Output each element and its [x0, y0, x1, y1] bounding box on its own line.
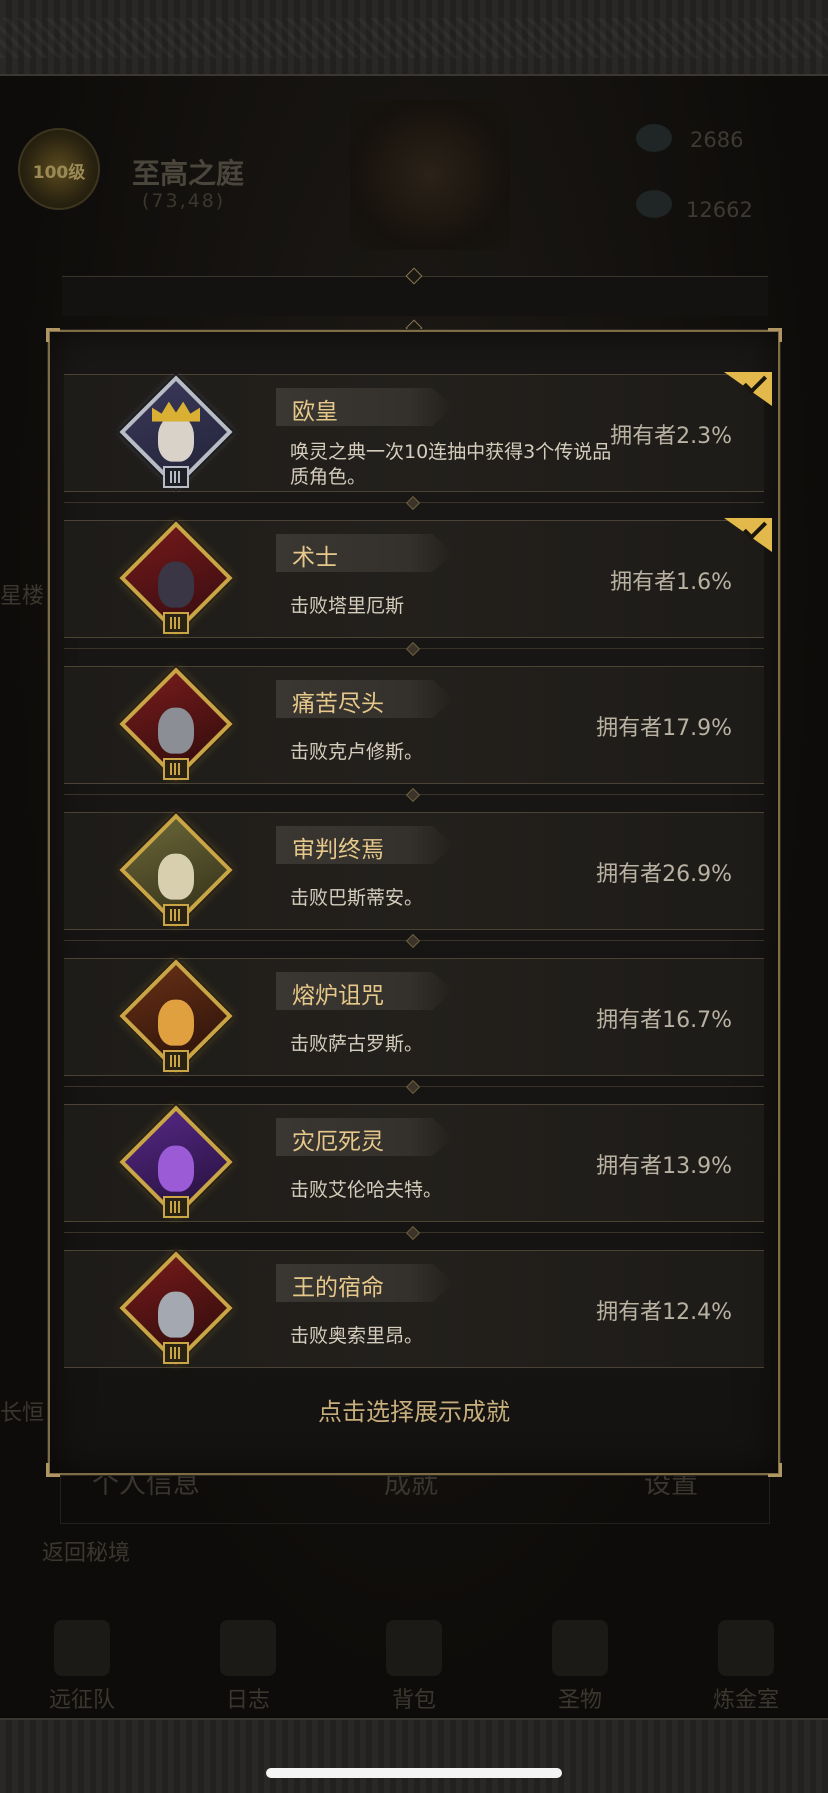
select-achievement-hint[interactable]: 点击选择展示成就 [50, 1392, 778, 1427]
achievement-name: 王的宿命 [292, 1275, 384, 1301]
scroll-icon [220, 1620, 276, 1676]
portrait-figure [158, 707, 194, 754]
owner-percentage: 拥有者1.6% [610, 570, 732, 595]
side-label-left-1: 星楼 [0, 584, 45, 609]
portrait-figure [158, 1291, 194, 1338]
badge-rank-icon [163, 1342, 189, 1364]
achievement-row[interactable]: 痛苦尽头 击败克卢修斯。 拥有者17.9% [64, 666, 764, 812]
achievement-badge [119, 375, 233, 489]
crown-icon [152, 402, 200, 422]
row-divider [64, 1086, 764, 1087]
resource-count-2: 12662 [686, 198, 753, 222]
nav-relics: 圣物 [540, 1620, 620, 1714]
owner-percentage: 拥有者13.9% [596, 1154, 732, 1179]
nav-journal-label: 日志 [225, 1688, 270, 1713]
nav-alchemy: 炼金室 [706, 1620, 786, 1714]
achievement-description: 击败塔里厄斯 [290, 595, 405, 617]
row-divider [64, 1232, 764, 1233]
achievement-name: 审判终焉 [292, 837, 384, 863]
portrait-figure [158, 999, 194, 1046]
nav-backpack: 背包 [374, 1620, 454, 1714]
owner-percentage: 拥有者26.9% [596, 862, 732, 887]
resource-count-1: 2686 [690, 128, 744, 152]
nav-backpack-label: 背包 [391, 1688, 436, 1713]
achievement-badge [119, 1105, 233, 1219]
row-divider [64, 502, 764, 503]
achievement-description: 击败克卢修斯。 [290, 741, 424, 763]
badge-rank-icon [163, 904, 189, 926]
achievement-name: 熔炉诅咒 [292, 983, 384, 1009]
owner-percentage: 拥有者12.4% [596, 1300, 732, 1325]
bottom-frame [0, 1718, 828, 1793]
home-indicator[interactable] [266, 1768, 562, 1778]
achievement-description: 击败萨古罗斯。 [290, 1033, 424, 1055]
gem-icon [636, 124, 672, 152]
badge-rank-icon [163, 1050, 189, 1072]
achievement-row[interactable]: 王的宿命 击败奥索里昂。 拥有者12.4% [64, 1250, 764, 1396]
achievement-row[interactable]: 审判终焉 击败巴斯蒂安。 拥有者26.9% [64, 812, 764, 958]
badge-rank-icon [163, 1196, 189, 1218]
achievement-description: 击败艾伦哈夫特。 [290, 1179, 443, 1201]
achievement-description: 击败奥索里昂。 [290, 1325, 424, 1347]
row-divider [64, 794, 764, 795]
achievement-name: 欧皇 [292, 399, 338, 425]
achievement-badge [119, 813, 233, 927]
backpack-icon [386, 1620, 442, 1676]
row-divider [64, 940, 764, 941]
level-emblem-text: 100级 [32, 163, 86, 183]
crystal-icon [636, 190, 672, 218]
portrait-figure [158, 1145, 194, 1192]
achievement-badge [119, 667, 233, 781]
frame-corner [46, 328, 60, 342]
achievement-list: 欧皇 唤灵之典一次10连抽中获得3个传说品质角色。 拥有者2.3% 术士 击败塔… [64, 369, 772, 1396]
achievement-row[interactable]: 熔炉诅咒 击败萨古罗斯。 拥有者16.7% [64, 958, 764, 1104]
level-emblem: 100级 [18, 128, 100, 210]
achievement-row[interactable]: 灾厄死灵 击败艾伦哈夫特。 拥有者13.9% [64, 1104, 764, 1250]
hero-portrait [350, 100, 510, 250]
top-frame [0, 0, 828, 76]
portrait-figure [158, 853, 194, 900]
achievement-badge [119, 521, 233, 635]
achievement-description: 击败巴斯蒂安。 [290, 887, 424, 909]
badge-rank-icon [163, 758, 189, 780]
nav-relics-label: 圣物 [557, 1688, 602, 1713]
location-coords: (73,48) [142, 190, 226, 212]
row-divider [64, 648, 764, 649]
portrait-figure [158, 561, 194, 608]
achievement-badge [119, 959, 233, 1073]
frame-corner [46, 1463, 60, 1477]
achievement-description: 唤灵之典一次10连抽中获得3个传说品质角色。 [290, 441, 612, 488]
return-button: 返回秘境 [42, 1541, 131, 1566]
achievement-name: 痛苦尽头 [292, 691, 384, 717]
location-title: 至高之庭 [132, 157, 245, 190]
alchemy-icon [718, 1620, 774, 1676]
badge-rank-icon [163, 612, 189, 634]
achievement-badge [119, 1251, 233, 1365]
frame-corner [768, 328, 782, 342]
owner-percentage: 拥有者16.7% [596, 1008, 732, 1033]
achievement-row[interactable]: 术士 击败塔里厄斯 拥有者1.6% [64, 515, 772, 666]
nav-expedition-label: 远征队 [48, 1688, 115, 1713]
nav-journal: 日志 [208, 1620, 288, 1714]
nav-alchemy-label: 炼金室 [712, 1688, 779, 1713]
frame-corner [768, 1463, 782, 1477]
achievement-select-modal: 欧皇 唤灵之典一次10连抽中获得3个传说品质角色。 拥有者2.3% 术士 击败塔… [46, 328, 782, 1477]
achievement-row[interactable]: 欧皇 唤灵之典一次10连抽中获得3个传说品质角色。 拥有者2.3% [64, 369, 772, 520]
side-label-left-2: 长恒 [0, 1401, 45, 1426]
portrait-figure [158, 415, 194, 462]
badge-rank-icon [163, 466, 189, 488]
achievement-name: 灾厄死灵 [292, 1129, 384, 1155]
helmet-icon [54, 1620, 110, 1676]
achievement-name: 术士 [292, 545, 338, 571]
nav-expedition: 远征队 [42, 1620, 122, 1714]
owner-percentage: 拥有者17.9% [596, 716, 732, 741]
relic-icon [552, 1620, 608, 1676]
owner-percentage: 拥有者2.3% [610, 424, 732, 449]
